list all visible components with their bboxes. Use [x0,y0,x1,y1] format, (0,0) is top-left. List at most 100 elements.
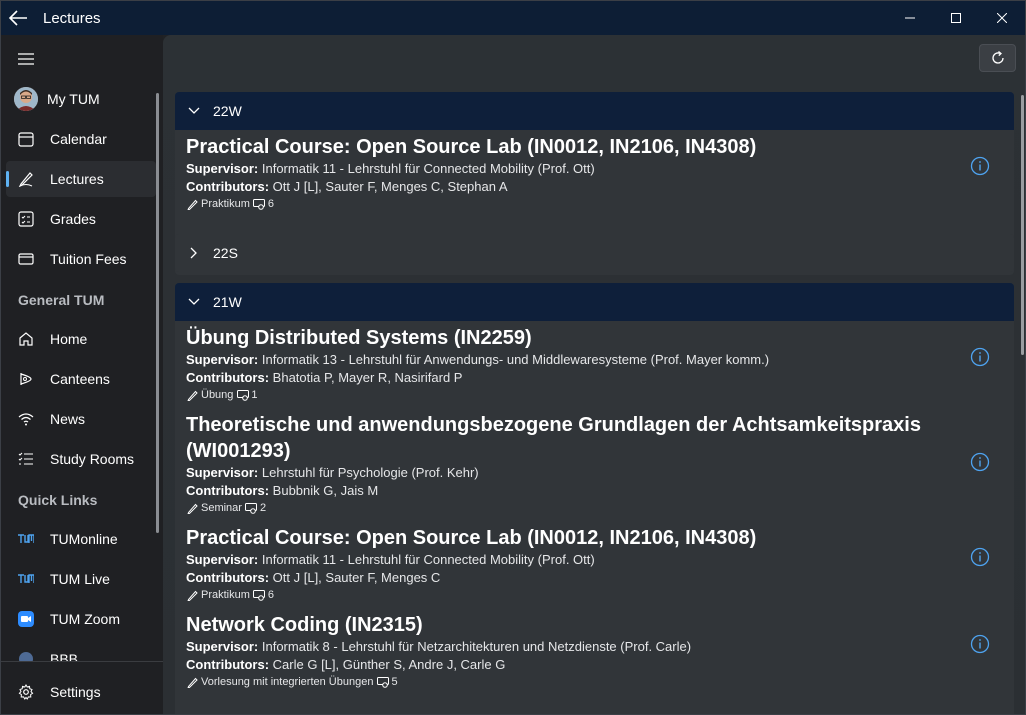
lecture-meta: Seminar 2 [186,501,1002,515]
nav-item-lectures[interactable]: Lectures [6,161,156,197]
supervisor-line: Supervisor: Informatik 11 - Lehrstuhl fü… [186,161,595,176]
avatar [14,87,38,111]
contributors-line: Contributors: Bubbnik G, Jais M [186,483,379,498]
nav-label: Tuition Fees [50,251,127,267]
gear-icon [15,681,37,703]
pen-icon [15,168,37,190]
lecture-meta: Vorlesung mit integrierten Übungen 5 [186,675,1002,689]
nav-item-calendar[interactable]: Calendar [6,121,156,157]
section-header-quick-links: Quick Links [18,492,98,508]
calendar-icon [15,128,37,150]
lecture-item[interactable]: Übung Distributed Systems (IN2259) Super… [175,321,1014,408]
lecture-item[interactable]: Practical Course: Open Source Lab (IN001… [175,521,1014,608]
lecture-type: Vorlesung mit integrierten Übungen [201,676,374,688]
lecture-type: Übung [201,389,234,401]
pen-icon [186,676,199,689]
sws-icon [236,389,249,402]
info-icon[interactable] [970,156,990,176]
minimize-icon [905,17,915,19]
back-arrow-icon [8,10,27,26]
lecture-sws: 5 [391,676,398,688]
nav-label: Home [50,331,88,347]
title-bar: Lectures [1,1,1025,35]
sws-icon [376,676,389,689]
nav-item-tumonline[interactable]: TUMonline [6,521,156,557]
nav-item-settings[interactable]: Settings [6,674,156,710]
semester-header-21w[interactable]: 21W [175,283,1014,321]
semester-group-22s: 22S [175,234,1014,272]
selection-indicator [6,171,9,187]
supervisor-line: Supervisor: Lehrstuhl für Psychologie (P… [186,465,479,480]
semester-group-21w: 21W Übung Distributed Systems (IN2259) S… [175,283,1014,714]
lecture-title: Network Coding (IN2315) [186,614,423,636]
info-icon[interactable] [970,347,990,367]
nav-item-study-rooms[interactable]: Study Rooms [6,441,156,477]
sidebar-divider [1,661,163,662]
semester-header-22w[interactable]: 22W [175,92,1014,130]
info-icon[interactable] [970,452,990,472]
lecture-sws: 6 [267,589,275,601]
app-window: Lectures My TUM Calendar Lectures Grades… [0,0,1026,715]
close-icon [997,13,1007,23]
semester-label: 21W [213,294,242,310]
canteen-icon [15,368,37,390]
maximize-button[interactable] [933,1,979,35]
grades-icon [15,208,37,230]
contributors-line: Contributors: Carle G [L], Günther S, An… [186,657,506,672]
nav-item-bbb[interactable]: BBB [6,645,156,661]
chevron-down-icon [187,295,201,309]
nav-item-tum-live[interactable]: TUM Live [6,561,156,597]
supervisor-line: Supervisor: Informatik 11 - Lehrstuhl fü… [186,552,595,567]
minimize-button[interactable] [887,1,933,35]
sws-icon [253,198,266,211]
nav-label: BBB [50,651,79,661]
home-icon [15,328,37,350]
contributors-line: Contributors: Ott J [L], Sauter F, Menge… [186,179,508,194]
lecture-title: Practical Course: Open Source Lab (IN001… [186,527,757,549]
refresh-icon [991,50,1004,64]
lecture-item[interactable]: Practical Course: Open Source Lab (IN001… [175,130,1014,217]
sidebar-scrollbar[interactable] [156,93,159,533]
maximize-icon [951,13,961,23]
close-button[interactable] [979,1,1025,35]
lecture-type: Praktikum [201,589,250,601]
navigation-pane: My TUM Calendar Lectures Grades Tuition … [1,35,163,714]
lecture-title: Practical Course: Open Source Lab (IN001… [186,136,757,158]
back-button[interactable] [1,1,35,35]
info-icon[interactable] [970,547,990,567]
hamburger-icon [18,53,34,65]
supervisor-line: Supervisor: Informatik 8 - Lehrstuhl für… [186,639,692,654]
nav-clip: BBB [1,645,163,661]
list-icon [15,448,37,470]
nav-label: Study Rooms [50,451,135,467]
semester-header-22s[interactable]: 22S [175,234,1014,272]
nav-label: Canteens [50,371,110,387]
lecture-meta: Übung 1 [186,388,1002,402]
nav-label: News [50,411,86,427]
nav-item-tuition-fees[interactable]: Tuition Fees [6,241,156,277]
sws-icon [253,589,266,602]
nav-label: TUM Live [50,571,110,587]
nav-item-home[interactable]: Home [6,321,156,357]
nav-item-my-tum[interactable]: My TUM [6,81,156,117]
content-scrollbar[interactable] [1021,95,1024,355]
contributors-line: Contributors: Bhatotia P, Mayer R, Nasir… [186,370,463,385]
lecture-meta: Praktikum 6 [186,197,1002,211]
info-icon[interactable] [970,634,990,654]
nav-label: TUM Zoom [50,611,120,627]
nav-label: Settings [50,684,101,700]
pen-icon [186,589,199,602]
lecture-sws: 6 [267,198,275,210]
lecture-item[interactable]: Network Coding (IN2315) Supervisor: Info… [175,608,1014,695]
semester-label: 22S [213,245,238,261]
nav-item-tum-zoom[interactable]: TUM Zoom [6,601,156,637]
nav-item-news[interactable]: News [6,401,156,437]
hamburger-menu-button[interactable] [11,47,41,71]
nav-label: Calendar [50,131,107,147]
nav-label: Grades [50,211,96,227]
card-icon [15,248,37,270]
nav-item-grades[interactable]: Grades [6,201,156,237]
nav-item-canteens[interactable]: Canteens [6,361,156,397]
lecture-item[interactable]: Theoretische und anwendungsbezogene Grun… [175,408,1014,521]
refresh-button[interactable] [979,44,1016,72]
